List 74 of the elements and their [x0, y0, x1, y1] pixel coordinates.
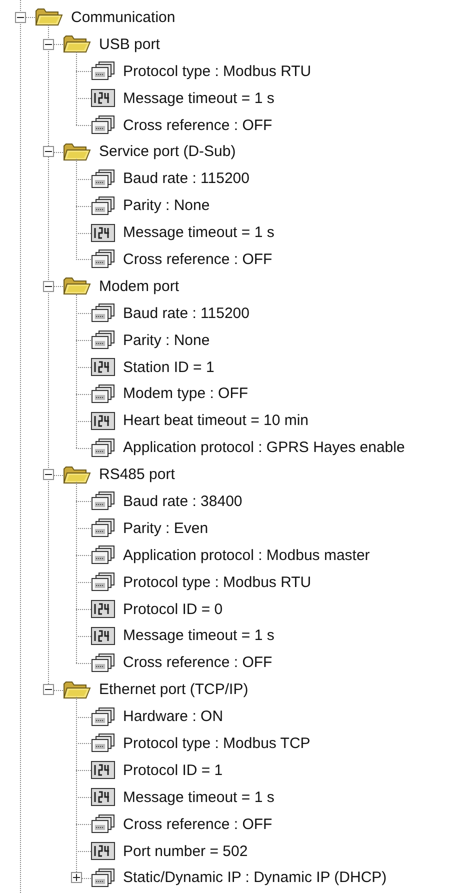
list-setting-icon: [91, 868, 115, 888]
tree-item-label[interactable]: Static/Dynamic IP : Dynamic IP (DHCP): [123, 869, 387, 886]
list-setting-icon: [91, 115, 115, 135]
list-setting-icon: [91, 706, 115, 727]
numeric-setting-icon: [91, 761, 115, 780]
tree-item-label[interactable]: RS485 port: [99, 466, 175, 484]
expander-button[interactable]: [42, 280, 54, 292]
expander-button[interactable]: [70, 872, 82, 884]
folder-icon: [63, 464, 91, 485]
list-setting-icon: [91, 652, 115, 673]
numeric-setting-icon: [91, 358, 115, 376]
numeric-setting-icon: [91, 412, 115, 430]
tree-item-label[interactable]: Application protocol : GPRS Hayes enable: [123, 439, 405, 456]
list-setting-icon: [91, 61, 115, 82]
list-setting-icon: [91, 814, 115, 834]
tree-item-label[interactable]: Ethernet port (TCP/IP): [99, 681, 248, 698]
list-setting-icon: [91, 733, 115, 754]
tree-item-label[interactable]: Message timeout = 1 s: [123, 788, 274, 806]
expander-button[interactable]: [42, 38, 54, 50]
list-setting-icon: [91, 491, 115, 512]
numeric-setting-icon: [91, 626, 115, 645]
tree-item-label[interactable]: Hardware : ON: [123, 708, 224, 726]
tree-item-label[interactable]: Modem port: [99, 278, 180, 295]
tree-item-label[interactable]: Parity : Even: [123, 520, 208, 537]
list-setting-icon: [91, 438, 115, 458]
folder-icon: [63, 34, 91, 54]
folder-icon: [63, 680, 91, 700]
tree-item-label[interactable]: Baud rate : 38400: [123, 492, 242, 510]
tree-item-label[interactable]: Protocol type : Modbus RTU: [123, 574, 312, 591]
plus-icon: [72, 874, 80, 882]
tree-item-label[interactable]: Station ID = 1: [123, 358, 214, 376]
list-setting-icon: [91, 384, 115, 404]
tree-item-label[interactable]: Parity : None: [123, 197, 210, 214]
tree-item-label[interactable]: Modem type : OFF: [123, 385, 248, 402]
tree-item-label[interactable]: Application protocol : Modbus master: [123, 546, 370, 564]
tree-item-label[interactable]: USB port: [99, 36, 160, 53]
numeric-setting-icon: [91, 788, 115, 806]
expander-button[interactable]: [42, 146, 54, 158]
folder-icon: [35, 7, 63, 28]
tree-item-label[interactable]: Heart beat timeout = 10 min: [123, 412, 309, 430]
tree-item-label[interactable]: Parity : None: [123, 332, 210, 349]
list-setting-icon: [91, 518, 115, 538]
list-setting-icon: [91, 196, 115, 216]
tree-item-label[interactable]: Message timeout = 1 s: [123, 627, 274, 644]
tree-item-label[interactable]: Communication: [71, 8, 176, 26]
expander-button[interactable]: [42, 469, 54, 480]
tree-item-label[interactable]: Cross reference : OFF: [123, 654, 272, 672]
tree-item-label[interactable]: Cross reference : OFF: [123, 816, 272, 833]
folder-icon: [63, 276, 91, 296]
tree-item-label[interactable]: Baud rate : 115200: [123, 170, 250, 188]
expander-button[interactable]: [14, 12, 26, 23]
tree-item-label[interactable]: Message timeout = 1 s: [123, 90, 274, 107]
tree-item-label[interactable]: Service port (D-Sub): [99, 143, 236, 160]
list-setting-icon: [91, 545, 115, 566]
folder-icon: [63, 142, 91, 162]
tree-item-label[interactable]: Protocol ID = 0: [123, 600, 223, 618]
numeric-setting-icon: [91, 89, 115, 108]
list-setting-icon: [91, 303, 115, 324]
list-setting-icon: [91, 249, 115, 270]
numeric-setting-icon: [91, 224, 115, 242]
tree-item-label[interactable]: Cross reference : OFF: [123, 116, 272, 134]
tree-item-label[interactable]: Baud rate : 115200: [123, 304, 250, 322]
numeric-setting-icon: [91, 600, 115, 618]
tree-item-label[interactable]: Message timeout = 1 s: [123, 224, 274, 242]
tree-item-label[interactable]: Cross reference : OFF: [123, 250, 272, 268]
tree-item-label[interactable]: Port number = 502: [123, 842, 248, 860]
tree-item-label[interactable]: Protocol type : Modbus TCP: [123, 734, 310, 752]
list-setting-icon: [91, 168, 115, 189]
numeric-setting-icon: [91, 842, 115, 860]
tree-item-label[interactable]: Protocol type : Modbus RTU: [123, 62, 312, 80]
tree-item-label[interactable]: Protocol ID = 1: [123, 762, 223, 779]
expander-button[interactable]: [42, 684, 54, 696]
list-setting-icon: [91, 572, 115, 592]
list-setting-icon: [91, 330, 115, 350]
